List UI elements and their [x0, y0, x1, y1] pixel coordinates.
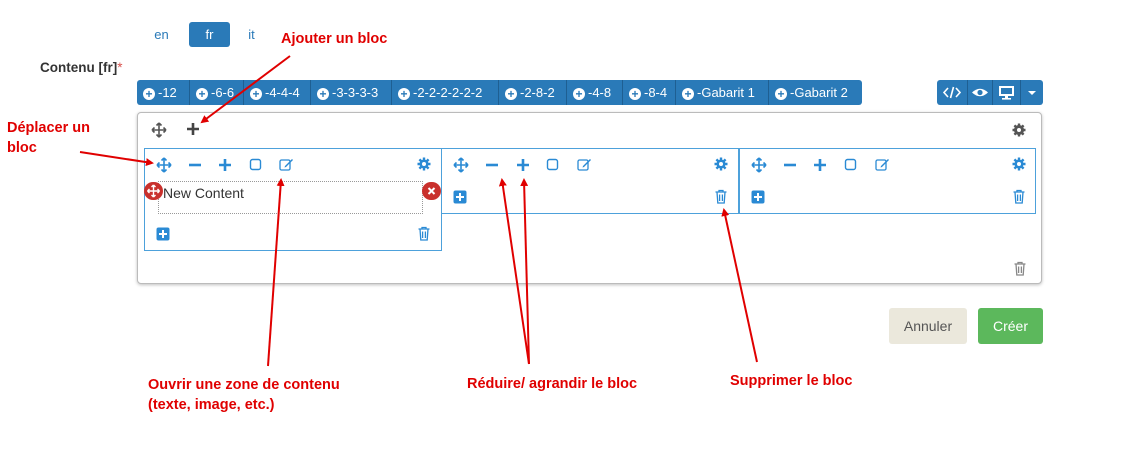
annotation-move-block-line1: Déplacer un	[7, 120, 90, 136]
annotation-delete-block: Supprimer le bloc	[730, 373, 853, 389]
arrow-delete-block	[721, 208, 758, 363]
annotation-open-content-line2: (texte, image, etc.)	[148, 397, 275, 413]
annotation-open-content-line1: Ouvrir une zone de contenu	[148, 377, 340, 393]
annotation-move-block-line2: bloc	[7, 140, 37, 156]
annotation-resize-block: Réduire/ agrandir le bloc	[467, 376, 638, 392]
annotation-add-block: Ajouter un bloc	[281, 31, 388, 47]
arrow-open-content	[267, 178, 285, 367]
arrow-add-block	[200, 55, 291, 124]
arrow-move-block	[79, 151, 154, 167]
